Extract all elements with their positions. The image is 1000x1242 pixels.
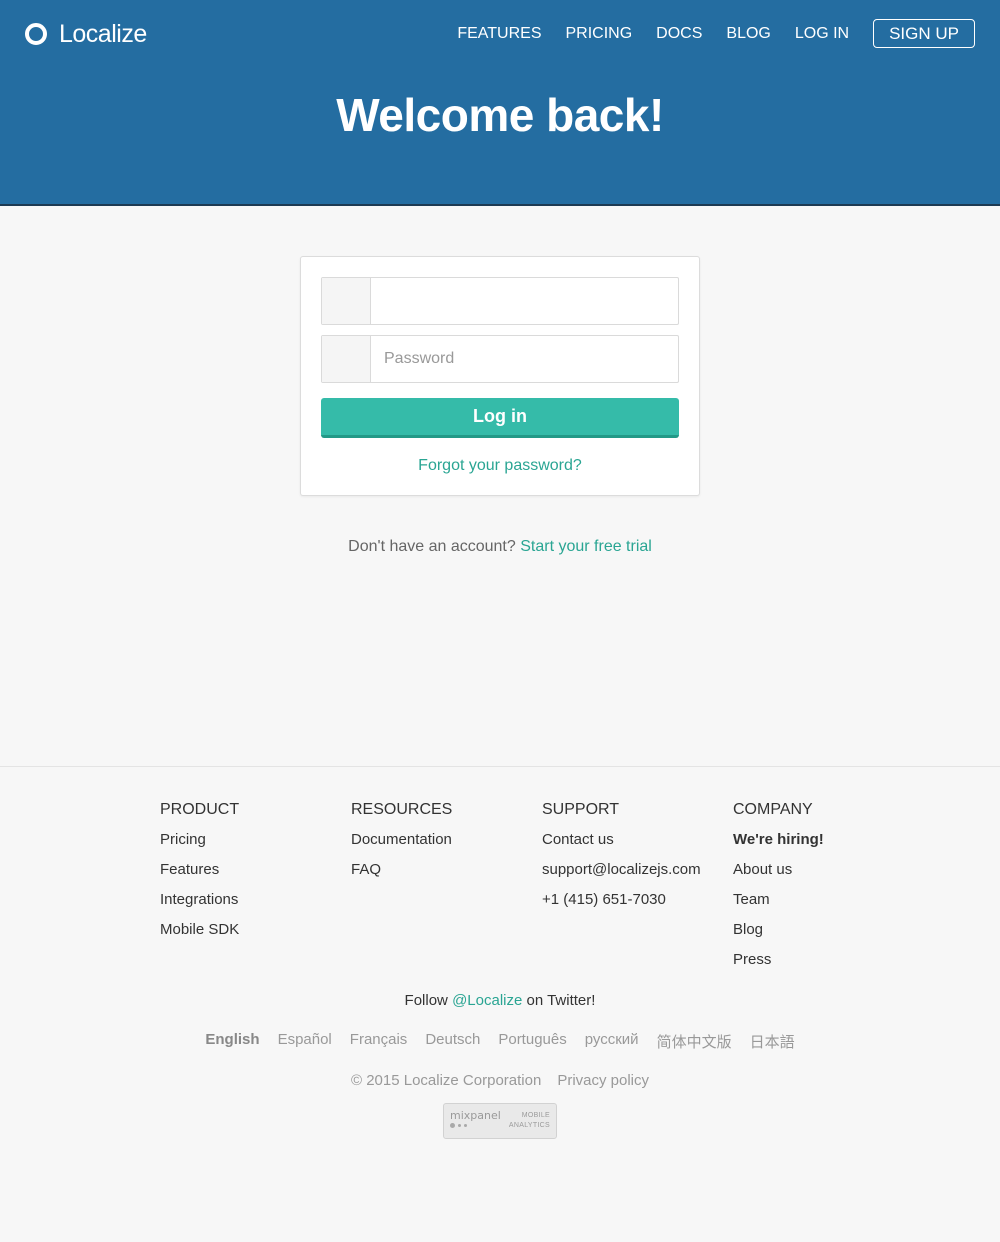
twitter-handle-link[interactable]: @Localize xyxy=(452,992,522,1009)
password-field xyxy=(321,335,679,383)
footer-heading: RESOURCES xyxy=(351,801,453,818)
password-input[interactable] xyxy=(371,336,678,382)
language-german[interactable]: Deutsch xyxy=(425,1031,480,1052)
footer-column-resources: RESOURCES Documentation FAQ xyxy=(351,801,542,891)
footer-heading: COMPANY xyxy=(733,801,813,818)
password-addon-icon xyxy=(322,336,371,382)
mixpanel-logo-text: mixpanel xyxy=(450,1109,501,1122)
footer-heading: SUPPORT xyxy=(542,801,620,818)
nav-log-in[interactable]: LOG IN xyxy=(795,25,849,43)
mixpanel-dots-icon xyxy=(450,1123,470,1128)
footer-divider xyxy=(0,766,1000,767)
logo[interactable]: Localize xyxy=(25,20,147,48)
email-addon-icon xyxy=(322,278,371,324)
footer-link-phone[interactable]: +1 (415) 651-7030 xyxy=(542,891,733,921)
language-selector: English Español Français Deutsch Portugu… xyxy=(0,1031,1000,1052)
nav-blog[interactable]: BLOG xyxy=(726,25,770,43)
footer-link-pricing[interactable]: Pricing xyxy=(160,831,351,861)
signup-prompt: Don't have an account? Start your free t… xyxy=(0,538,1000,556)
logo-circle-icon xyxy=(25,23,47,45)
legal-line: © 2015 Localize Corporation Privacy poli… xyxy=(0,1072,1000,1089)
footer-link-documentation[interactable]: Documentation xyxy=(351,831,542,861)
twitter-follow: Follow @Localize on Twitter! xyxy=(0,992,1000,1009)
nav-docs[interactable]: DOCS xyxy=(656,25,702,43)
site-header: Localize FEATURES PRICING DOCS BLOG LOG … xyxy=(0,0,1000,206)
badge-caption-line1: MOBILE xyxy=(521,1112,550,1119)
badge-caption-line2: ANALYTICS xyxy=(508,1122,550,1129)
language-portuguese[interactable]: Português xyxy=(498,1031,566,1052)
language-chinese[interactable]: 简体中文版 xyxy=(657,1031,732,1052)
footer-link-support-email[interactable]: support@localizejs.com xyxy=(542,861,733,891)
forgot-password-link[interactable]: Forgot your password? xyxy=(301,457,699,475)
footer-link-about-us[interactable]: About us xyxy=(733,861,924,891)
language-spanish[interactable]: Español xyxy=(278,1031,332,1052)
privacy-policy-link[interactable]: Privacy policy xyxy=(557,1072,649,1089)
logo-text: Localize xyxy=(59,19,147,48)
badge-caption: MOBILE ANALYTICS xyxy=(500,1111,550,1131)
copyright-text: © 2015 Localize Corporation xyxy=(350,1072,542,1089)
footer-link-contact-us[interactable]: Contact us xyxy=(542,831,733,861)
free-trial-link[interactable]: Start your free trial xyxy=(520,538,652,555)
footer-link-faq[interactable]: FAQ xyxy=(351,861,542,891)
log-in-button[interactable]: Log in xyxy=(321,398,679,438)
language-japanese[interactable]: 日本語 xyxy=(750,1031,795,1052)
footer-column-support: SUPPORT Contact us support@localizejs.co… xyxy=(542,801,733,921)
follow-prefix: Follow xyxy=(404,992,448,1009)
login-card: Log in Forgot your password? xyxy=(300,256,700,496)
language-french[interactable]: Français xyxy=(350,1031,408,1052)
nav-features[interactable]: FEATURES xyxy=(457,25,541,43)
footer-link-integrations[interactable]: Integrations xyxy=(160,891,351,921)
page-title: Welcome back! xyxy=(336,89,664,141)
footer-link-team[interactable]: Team xyxy=(733,891,924,921)
follow-suffix: on Twitter! xyxy=(526,992,596,1009)
footer-link-blog[interactable]: Blog xyxy=(733,921,924,951)
email-input[interactable] xyxy=(371,278,678,324)
nav-pricing[interactable]: PRICING xyxy=(565,25,632,43)
footer-link-mobile-sdk[interactable]: Mobile SDK xyxy=(160,921,351,951)
signup-prompt-text: Don't have an account? xyxy=(348,538,516,555)
language-russian[interactable]: русский xyxy=(585,1031,639,1052)
sign-up-button[interactable]: SIGN UP xyxy=(873,19,975,48)
mixpanel-badge[interactable]: mixpanel MOBILE ANALYTICS xyxy=(443,1103,557,1139)
footer-link-features[interactable]: Features xyxy=(160,861,351,891)
footer-column-product: PRODUCT Pricing Features Integrations Mo… xyxy=(160,801,351,951)
footer-link-press[interactable]: Press xyxy=(733,951,924,981)
top-nav: FEATURES PRICING DOCS BLOG LOG IN SIGN U… xyxy=(433,19,975,48)
email-field xyxy=(321,277,679,325)
footer-column-company: COMPANY We're hiring! About us Team Blog… xyxy=(733,801,924,981)
language-english[interactable]: English xyxy=(205,1031,259,1052)
footer-link-hiring[interactable]: We're hiring! xyxy=(733,831,924,861)
footer-heading: PRODUCT xyxy=(160,801,240,818)
